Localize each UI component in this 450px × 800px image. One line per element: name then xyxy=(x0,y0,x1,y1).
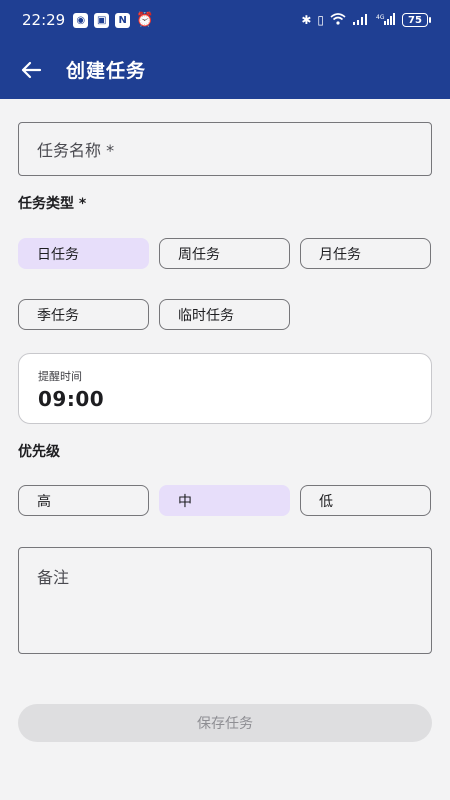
save-task-button[interactable]: 保存任务 xyxy=(18,704,432,742)
svg-text:4G: 4G xyxy=(376,14,385,21)
task-type-label: 任务类型 * xyxy=(18,196,87,212)
reminder-time-card[interactable]: 提醒时间 09:00 xyxy=(18,353,432,424)
notes-input[interactable]: 备注 xyxy=(18,547,432,654)
back-arrow-icon[interactable] xyxy=(20,58,44,82)
task-type-row-1: 日任务 周任务 月任务 xyxy=(18,238,432,269)
task-name-placeholder: 任务名称 * xyxy=(37,141,115,160)
vibrate-icon: ▯ xyxy=(317,13,324,27)
reminder-time-label: 提醒时间 xyxy=(38,370,82,383)
priority-chip-high[interactable]: 高 xyxy=(18,485,149,516)
alarm-icon: ⏰ xyxy=(136,12,154,28)
type-chip-temporary[interactable]: 临时任务 xyxy=(159,299,290,330)
wifi-icon xyxy=(330,12,346,28)
gallery-icon: ▣ xyxy=(94,12,110,28)
signal-4g-icon: 4G xyxy=(376,12,396,28)
reminder-time-value: 09:00 xyxy=(38,387,105,411)
notes-placeholder: 备注 xyxy=(37,568,70,587)
type-chip-monthly[interactable]: 月任务 xyxy=(300,238,431,269)
battery-indicator: 75 xyxy=(402,13,431,27)
task-form: 任务名称 * 任务类型 * 日任务 周任务 月任务 季任务 临时任务 提醒时间 … xyxy=(18,122,432,742)
app-bar: 创建任务 xyxy=(0,40,450,99)
task-type-row-2: 季任务 临时任务 xyxy=(18,299,432,330)
status-left: 22:29 ◉ ▣ N ⏰ xyxy=(22,11,154,29)
task-name-input[interactable]: 任务名称 * xyxy=(18,122,432,176)
status-right: ✱ ▯ 4G 75 xyxy=(301,12,431,28)
camera-icon: ◉ xyxy=(73,12,89,28)
type-chip-quarterly[interactable]: 季任务 xyxy=(18,299,149,330)
priority-chip-low[interactable]: 低 xyxy=(300,485,431,516)
priority-chip-medium[interactable]: 中 xyxy=(159,485,290,516)
type-chip-weekly[interactable]: 周任务 xyxy=(159,238,290,269)
nfc-icon: N xyxy=(115,12,131,28)
signal-icon xyxy=(352,13,370,28)
priority-row: 高 中 低 xyxy=(18,485,432,516)
priority-label: 优先级 xyxy=(18,444,60,460)
status-bar: 22:29 ◉ ▣ N ⏰ ✱ ▯ 4G 75 xyxy=(0,0,450,40)
bluetooth-icon: ✱ xyxy=(301,13,312,27)
type-chip-daily[interactable]: 日任务 xyxy=(18,238,149,269)
status-time: 22:29 xyxy=(22,11,66,29)
page-title: 创建任务 xyxy=(66,60,147,82)
